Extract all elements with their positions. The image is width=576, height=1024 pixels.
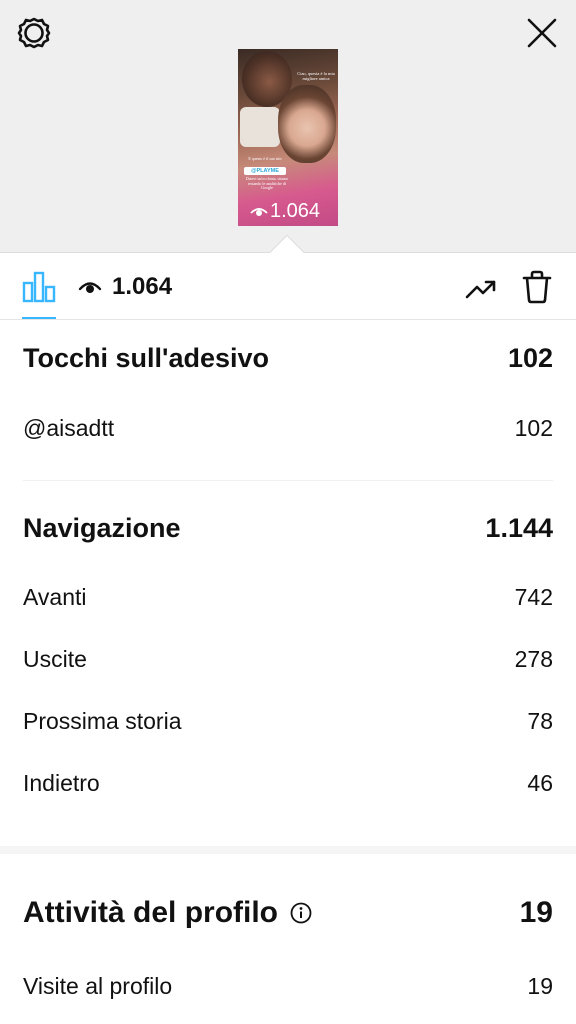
item-label: Avanti <box>23 584 87 610</box>
section-title: Attività del profilo <box>23 896 278 929</box>
sticker-taps-header: Tocchi sull'adesivo 102 <box>23 343 553 373</box>
story-caption-top: Ciao, questa è la mia migliore amica <box>297 71 335 81</box>
section-total: 102 <box>507 343 553 373</box>
tab-active-indicator <box>22 317 56 319</box>
list-item[interactable]: Visite al profilo 19 <box>23 971 553 1001</box>
section-total: 1.144 <box>485 513 553 543</box>
list-item: Prossima storia 78 <box>23 706 553 736</box>
section-title: Tocchi sull'adesivo <box>23 343 269 373</box>
item-value: 19 <box>527 973 553 999</box>
story-views-overlay: 1.064 <box>250 200 320 222</box>
item-label: @aisadtt <box>23 415 115 441</box>
trending-up-icon[interactable] <box>464 273 498 303</box>
story-preview-area: Ciao, questa è la mia migliore amica E q… <box>0 0 576 252</box>
list-item: Avanti 742 <box>23 582 553 612</box>
navigation-header: Navigazione 1.144 <box>23 513 553 543</box>
story-caption-middle: E questo è il suo sito <box>248 156 282 161</box>
item-label: Visite al profilo <box>23 973 173 999</box>
section-total: 19 <box>519 896 553 929</box>
gear-icon[interactable] <box>16 15 52 51</box>
item-value: 278 <box>514 646 553 672</box>
story-caption-bottom: Datevi un'occhiata, stiamo testando le a… <box>245 176 289 190</box>
trash-icon[interactable] <box>521 270 553 304</box>
profile-activity-header: Attività del profilo 19 <box>23 898 553 928</box>
story-views-count: 1.064 <box>270 199 321 222</box>
section-title: Navigazione <box>23 513 181 543</box>
list-item: Indietro 46 <box>23 768 553 798</box>
story-photo-shirt <box>240 107 280 147</box>
item-value: 46 <box>527 770 553 796</box>
item-label: Indietro <box>23 770 100 796</box>
list-item: Uscite 278 <box>23 644 553 674</box>
close-icon[interactable] <box>524 15 560 51</box>
story-photo-person-right <box>278 85 336 163</box>
item-value: 742 <box>514 584 553 610</box>
item-value: 102 <box>514 415 553 441</box>
item-label: Prossima storia <box>23 708 182 734</box>
section-separator <box>0 846 576 854</box>
insights-toolbar: 1.064 <box>0 253 576 320</box>
views-count: 1.064 <box>112 273 173 300</box>
item-value: 78 <box>527 708 553 734</box>
bar-chart-icon[interactable] <box>22 271 56 303</box>
eye-icon <box>250 208 268 216</box>
list-item[interactable]: @aisadtt 102 <box>23 413 553 443</box>
story-thumbnail[interactable]: Ciao, questa è la mia migliore amica E q… <box>238 49 338 226</box>
item-label: Uscite <box>23 646 87 672</box>
eye-icon <box>78 282 102 293</box>
info-icon[interactable] <box>290 902 312 924</box>
section-divider <box>23 480 553 481</box>
section-title-wrap: Attività del profilo <box>23 898 312 928</box>
story-mention-sticker: @PLAYME <box>244 167 286 175</box>
